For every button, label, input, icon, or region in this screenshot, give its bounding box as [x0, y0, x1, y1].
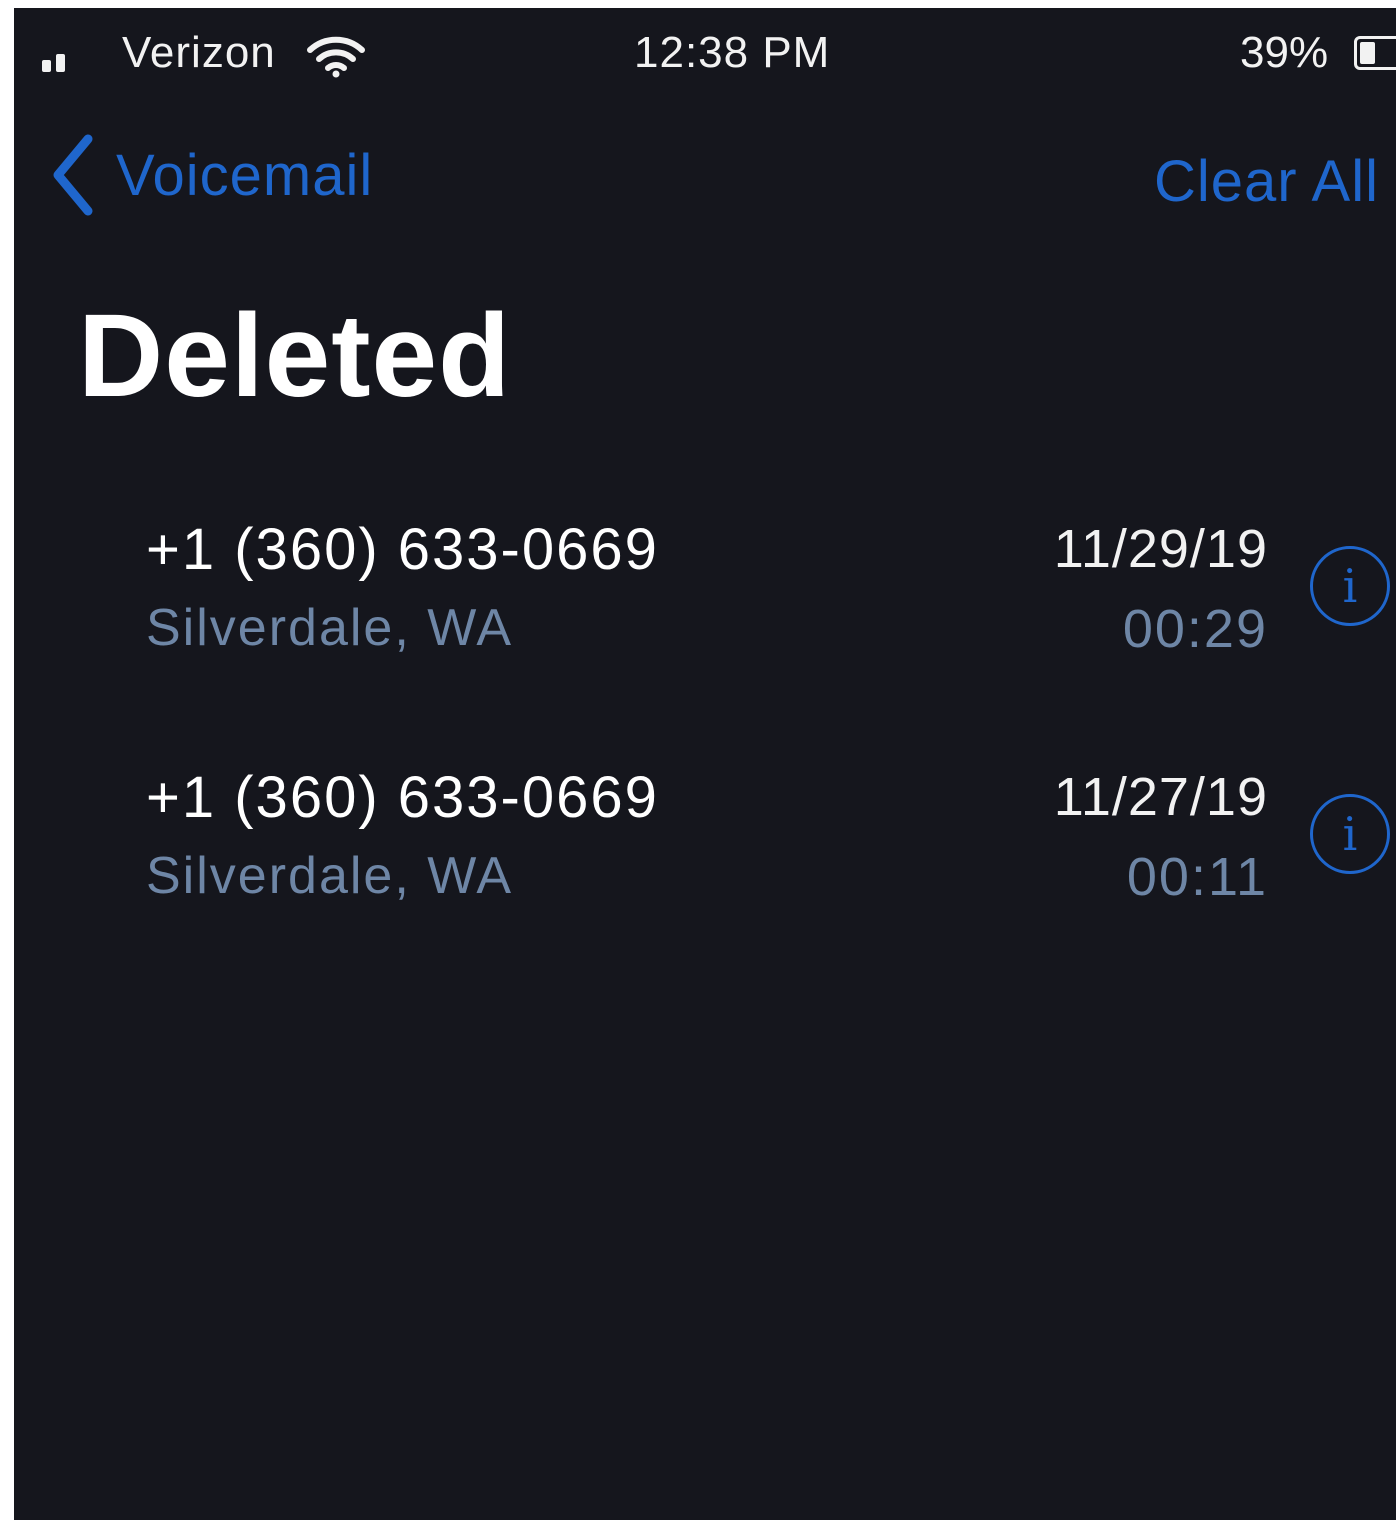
phone-screen: Verizon 12:38 PM 39% Voicemail Clear All…: [14, 8, 1396, 1520]
voicemail-duration: 00:29: [1122, 599, 1268, 659]
info-icon[interactable]: i: [1310, 546, 1390, 626]
voicemail-date: 11/29/19: [1053, 519, 1268, 579]
voicemail-duration: 00:11: [1126, 847, 1268, 907]
caller-number: +1 (360) 633-0669: [146, 765, 659, 830]
list-item[interactable]: +1 (360) 633-0669 Silverdale, WA 11/29/1…: [14, 508, 1396, 756]
status-clock: 12:38 PM: [634, 28, 831, 77]
navigation-bar: Voicemail Clear All: [14, 118, 1396, 228]
battery-icon: [1354, 36, 1396, 70]
caller-location: Silverdale, WA: [146, 847, 514, 905]
voicemail-date: 11/27/19: [1053, 767, 1268, 827]
info-icon[interactable]: i: [1310, 794, 1390, 874]
caller-number: +1 (360) 633-0669: [146, 517, 659, 582]
page-title: Deleted: [78, 290, 512, 422]
battery-percent: 39%: [1240, 28, 1329, 77]
carrier-name: Verizon: [122, 28, 276, 77]
back-button[interactable]: Voicemail: [48, 130, 373, 220]
chevron-left-icon: [53, 134, 93, 216]
list-item[interactable]: +1 (360) 633-0669 Silverdale, WA 11/27/1…: [14, 756, 1396, 1004]
clear-all-button[interactable]: Clear All: [1154, 148, 1379, 215]
back-label: Voicemail: [116, 142, 374, 208]
voicemail-list: +1 (360) 633-0669 Silverdale, WA 11/29/1…: [14, 508, 1396, 1004]
cellular-signal-icon: [42, 48, 76, 72]
caller-location: Silverdale, WA: [146, 599, 514, 657]
wifi-icon: [307, 36, 365, 78]
status-bar: Verizon 12:38 PM 39%: [14, 8, 1396, 98]
battery-fill: [1360, 42, 1375, 64]
